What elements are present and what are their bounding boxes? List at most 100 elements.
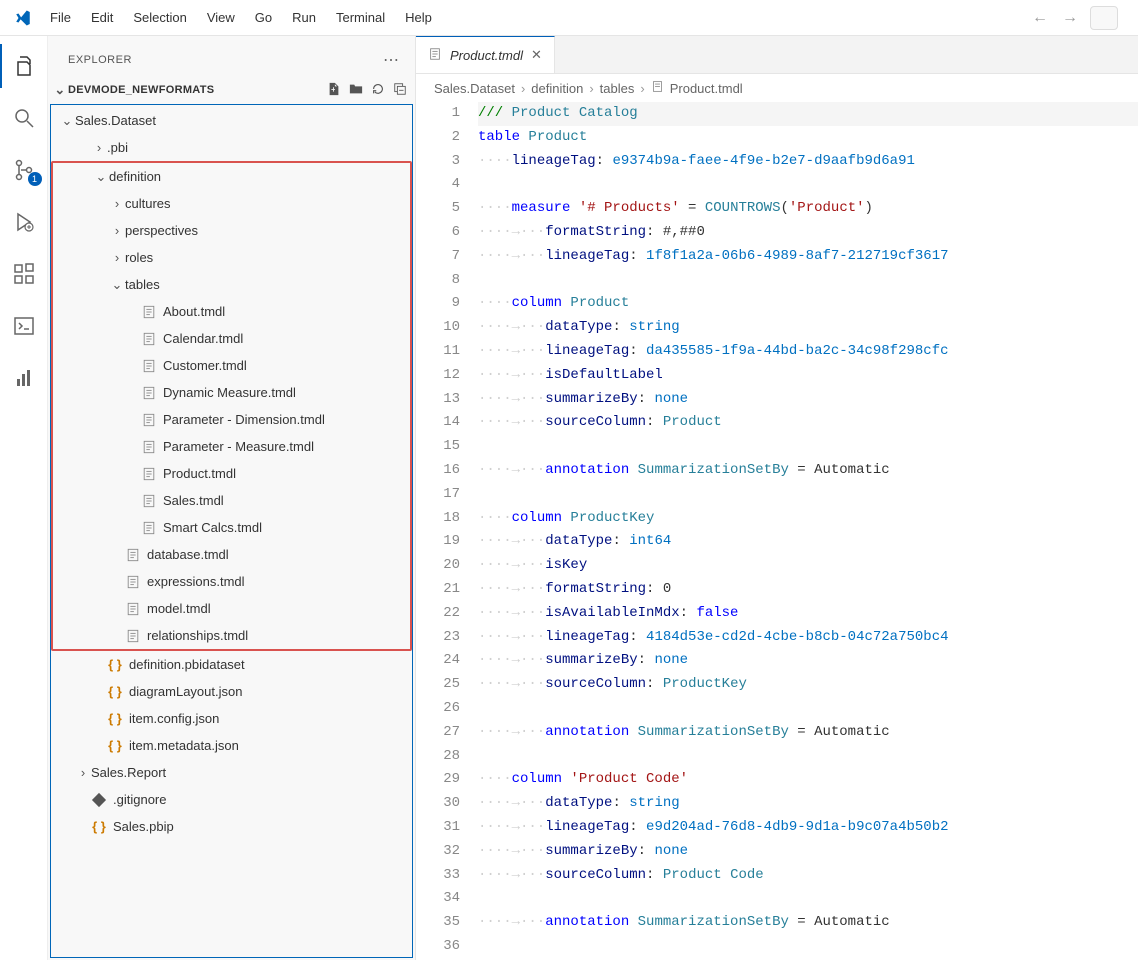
code-line[interactable]: ····→···annotation SummarizationSetBy = … <box>478 721 1138 745</box>
code-line[interactable]: ····→···lineageTag: 4184d53e-cd2d-4cbe-b… <box>478 626 1138 650</box>
explorer-activity-icon[interactable] <box>0 44 48 88</box>
tree-row[interactable]: expressions.tmdl <box>53 568 410 595</box>
collapse-all-icon[interactable] <box>393 82 407 99</box>
code-line[interactable] <box>478 935 1138 959</box>
breadcrumb-segment[interactable]: tables <box>600 81 635 96</box>
tree-row[interactable]: Dynamic Measure.tmdl <box>53 379 410 406</box>
tree-row[interactable]: relationships.tmdl <box>53 622 410 649</box>
code-line[interactable]: ····→···isKey <box>478 554 1138 578</box>
tree-row[interactable]: Parameter - Dimension.tmdl <box>53 406 410 433</box>
tree-row[interactable]: ⌄tables <box>53 271 410 298</box>
breadcrumb-segment[interactable]: Sales.Dataset <box>434 81 515 96</box>
tree-row[interactable]: Smart Calcs.tmdl <box>53 514 410 541</box>
tree-row[interactable]: database.tmdl <box>53 541 410 568</box>
code-line[interactable]: ····→···formatString: #,##0 <box>478 221 1138 245</box>
tree-row[interactable]: Product.tmdl <box>53 460 410 487</box>
tree-row[interactable]: Sales.tmdl <box>53 487 410 514</box>
code-line[interactable]: table Product <box>478 126 1138 150</box>
tree-row[interactable]: About.tmdl <box>53 298 410 325</box>
code-line[interactable]: ····→···dataType: int64 <box>478 530 1138 554</box>
code-line[interactable] <box>478 269 1138 293</box>
code-line[interactable] <box>478 483 1138 507</box>
file-label: relationships.tmdl <box>147 628 248 643</box>
tree-row[interactable]: ›cultures <box>53 190 410 217</box>
nav-back-icon[interactable]: ← <box>1030 9 1050 27</box>
tree-row[interactable]: { }item.config.json <box>51 705 412 732</box>
run-debug-activity-icon[interactable] <box>0 200 48 244</box>
sidebar-more-icon[interactable]: ⋯ <box>383 50 399 70</box>
code-line[interactable]: ····→···summarizeBy: none <box>478 840 1138 864</box>
menu-run[interactable]: Run <box>284 6 324 29</box>
code-line[interactable] <box>478 173 1138 197</box>
code-line[interactable]: ····→···sourceColumn: Product Code <box>478 864 1138 888</box>
menu-go[interactable]: Go <box>247 6 280 29</box>
tree-row[interactable]: Customer.tmdl <box>53 352 410 379</box>
search-activity-icon[interactable] <box>0 96 48 140</box>
code-line[interactable] <box>478 887 1138 911</box>
tree-row[interactable]: model.tmdl <box>53 595 410 622</box>
code-line[interactable]: ····measure '# Products' = COUNTROWS('Pr… <box>478 197 1138 221</box>
menu-selection[interactable]: Selection <box>125 6 194 29</box>
code-line[interactable]: ····→···annotation SummarizationSetBy = … <box>478 459 1138 483</box>
tree-row[interactable]: Calendar.tmdl <box>53 325 410 352</box>
code-line[interactable]: ····→···lineageTag: 1f8f1a2a-06b6-4989-8… <box>478 245 1138 269</box>
code-line[interactable]: ····→···dataType: string <box>478 316 1138 340</box>
code-line[interactable]: ····→···lineageTag: da435585-1f9a-44bd-b… <box>478 340 1138 364</box>
code-line[interactable]: ····column 'Product Code' <box>478 768 1138 792</box>
menu-file[interactable]: File <box>42 6 79 29</box>
tree-row[interactable]: ›.pbi <box>51 134 412 161</box>
tree-row[interactable]: { }item.metadata.json <box>51 732 412 759</box>
editor-tab[interactable]: Product.tmdl ✕ <box>416 36 555 73</box>
tree-row[interactable]: ›Sales.Report <box>51 759 412 786</box>
tree-row[interactable]: { }diagramLayout.json <box>51 678 412 705</box>
breadcrumb-segment[interactable]: definition <box>531 81 583 96</box>
code-line[interactable]: ····→···sourceColumn: Product <box>478 411 1138 435</box>
tree-row[interactable]: ›roles <box>53 244 410 271</box>
new-folder-icon[interactable] <box>349 82 363 99</box>
code-line[interactable]: ····→···sourceColumn: ProductKey <box>478 673 1138 697</box>
project-header[interactable]: ⌄ DEVMODE_NEWFORMATS <box>48 76 415 104</box>
code-line[interactable]: /// Product Catalog <box>478 102 1138 126</box>
code-line[interactable]: ····column Product <box>478 292 1138 316</box>
tree-row[interactable]: .gitignore <box>51 786 412 813</box>
code-line[interactable]: ····→···summarizeBy: none <box>478 388 1138 412</box>
file-icon <box>125 601 141 617</box>
breadcrumb[interactable]: Sales.Dataset›definition›tables›Product.… <box>416 74 1138 102</box>
chevron-right-icon: › <box>109 223 125 238</box>
menu-terminal[interactable]: Terminal <box>328 6 393 29</box>
new-file-icon[interactable] <box>327 82 341 99</box>
code-line[interactable] <box>478 435 1138 459</box>
tree-row[interactable]: ⌄definition <box>53 163 410 190</box>
extensions-activity-icon[interactable] <box>0 252 48 296</box>
tree-row[interactable]: { }Sales.pbip <box>51 813 412 840</box>
code-line[interactable]: ····→···formatString: 0 <box>478 578 1138 602</box>
menu-edit[interactable]: Edit <box>83 6 121 29</box>
code-line[interactable]: ····→···summarizeBy: none <box>478 649 1138 673</box>
menu-view[interactable]: View <box>199 6 243 29</box>
powerbi-activity-icon[interactable] <box>0 356 48 400</box>
source-control-activity-icon[interactable]: 1 <box>0 148 48 192</box>
command-center-search[interactable] <box>1090 6 1118 30</box>
code-line[interactable]: ····→···lineageTag: e9d204ad-76d8-4db9-9… <box>478 816 1138 840</box>
close-tab-icon[interactable]: ✕ <box>531 47 542 63</box>
tree-row[interactable]: Parameter - Measure.tmdl <box>53 433 410 460</box>
folder-label: definition <box>109 169 161 184</box>
nav-forward-icon[interactable]: → <box>1060 9 1080 27</box>
breadcrumb-segment[interactable]: Product.tmdl <box>670 81 743 96</box>
refresh-icon[interactable] <box>371 82 385 99</box>
tree-row[interactable]: ›perspectives <box>53 217 410 244</box>
code-content[interactable]: /// Product Catalogtable Product····line… <box>478 102 1138 960</box>
code-line[interactable]: ····→···isAvailableInMdx: false <box>478 602 1138 626</box>
code-line[interactable]: ····→···annotation SummarizationSetBy = … <box>478 911 1138 935</box>
code-line[interactable]: ····→···isDefaultLabel <box>478 364 1138 388</box>
tree-row[interactable]: { }definition.pbidataset <box>51 651 412 678</box>
code-line[interactable] <box>478 697 1138 721</box>
code-line[interactable]: ····column ProductKey <box>478 507 1138 531</box>
tree-row[interactable]: ⌄Sales.Dataset <box>51 107 412 134</box>
code-line[interactable]: ····→···dataType: string <box>478 792 1138 816</box>
code-line[interactable]: ····lineageTag: e9374b9a-faee-4f9e-b2e7-… <box>478 150 1138 174</box>
vscode-logo-icon <box>14 9 32 27</box>
code-line[interactable] <box>478 745 1138 769</box>
menu-help[interactable]: Help <box>397 6 440 29</box>
terminal-activity-icon[interactable] <box>0 304 48 348</box>
